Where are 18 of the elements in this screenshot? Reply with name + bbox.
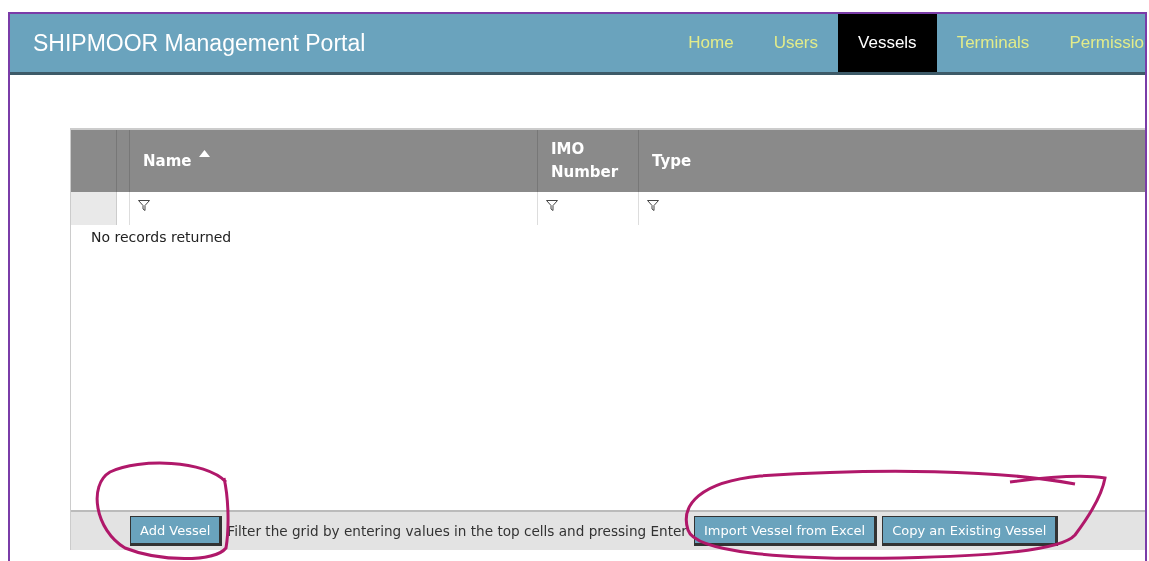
column-header[interactable]: Name	[143, 149, 192, 173]
nav-tab[interactable]: Home	[668, 14, 754, 72]
hint-text: Filter the grid by entering values in the top cells and pressing Enter	[227, 523, 687, 539]
column-header[interactable]: IMO Number	[551, 138, 638, 184]
nav-tab[interactable]: Users	[753, 14, 839, 72]
action-button[interactable]: Copy an Existing Vessel	[882, 516, 1059, 546]
add-vessel-button[interactable]: Add Vessel	[130, 516, 223, 546]
filter-icon[interactable]	[647, 200, 659, 211]
empty-message: No records returned	[91, 229, 232, 245]
filter-icon[interactable]	[138, 200, 150, 211]
nav-tab[interactable]: Vessels	[838, 14, 937, 72]
column-header[interactable]: Type	[652, 149, 692, 173]
action-button[interactable]: Import Vessel from Excel	[693, 516, 878, 546]
nav-tab[interactable]: Permissio	[1049, 14, 1145, 72]
nav-tab[interactable]: Terminals	[936, 14, 1050, 72]
sort-ascending-icon	[199, 149, 211, 157]
app-title: SHIPMOOR Management Portal	[32, 29, 367, 57]
filter-icon[interactable]	[546, 200, 558, 211]
